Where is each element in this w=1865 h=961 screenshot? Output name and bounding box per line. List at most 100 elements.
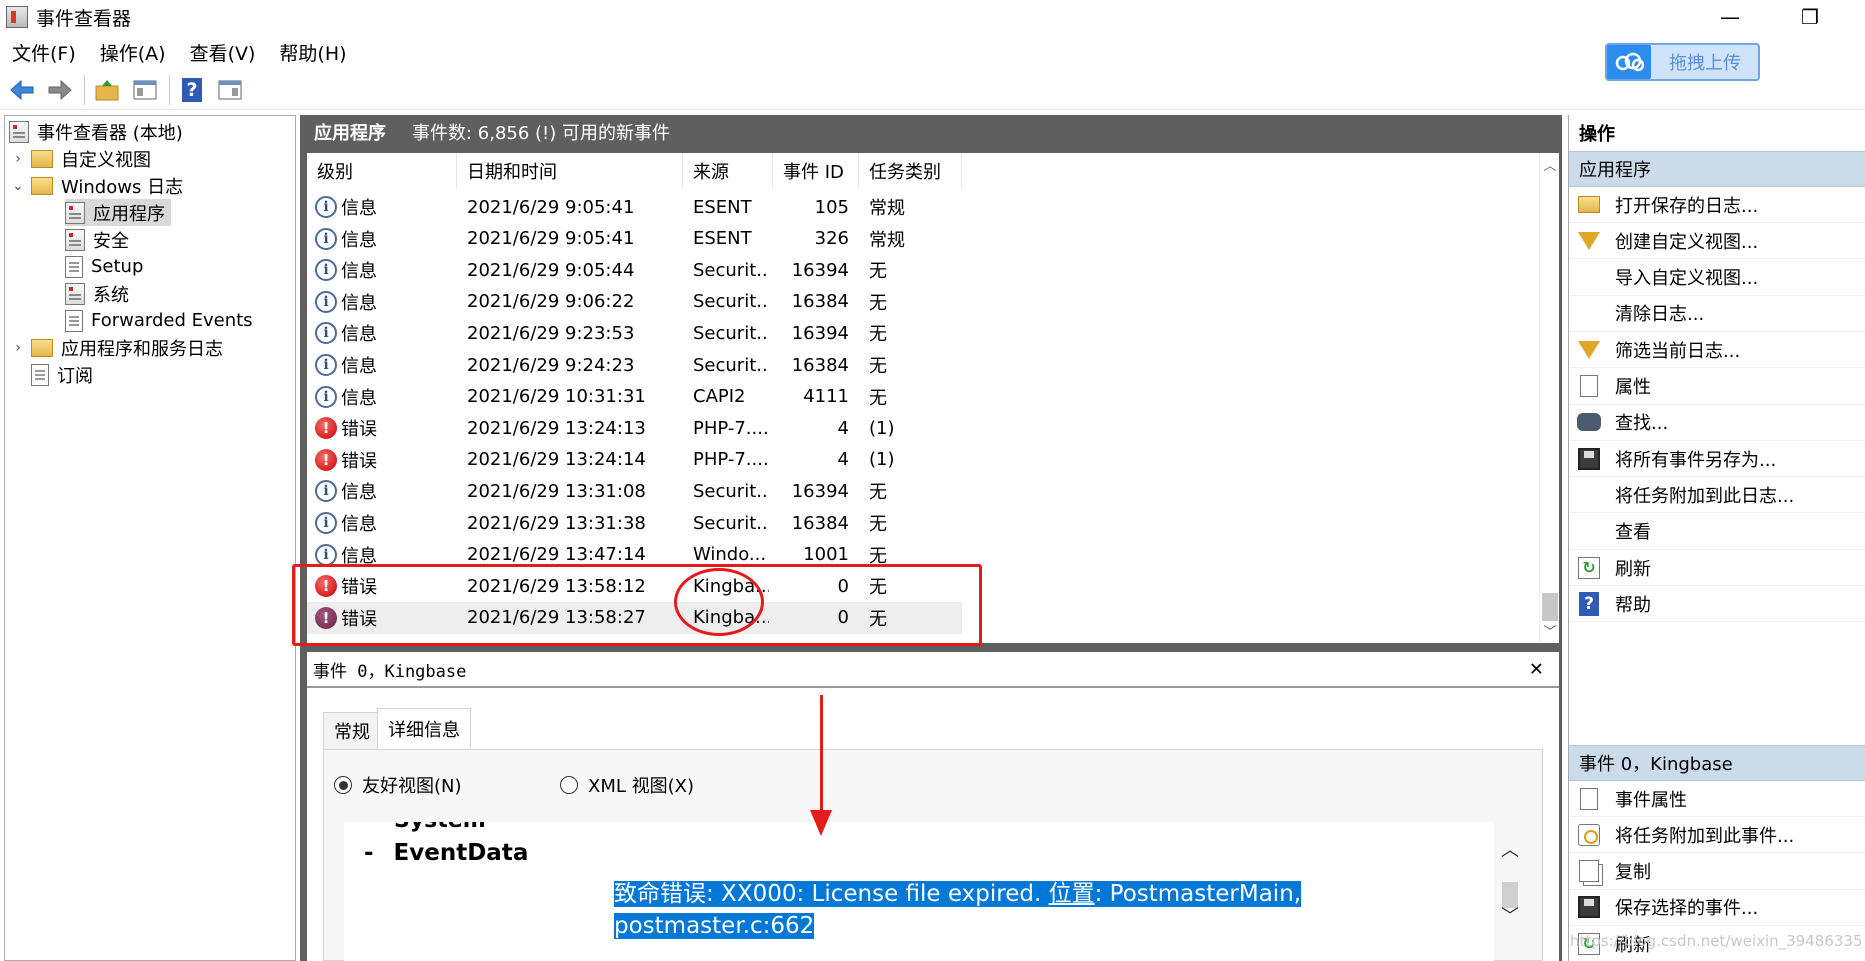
chevron-right-icon[interactable]: › bbox=[11, 151, 25, 167]
event-row[interactable]: i 信息 2021/6/29 10:31:31 CAPI2 4111 无 bbox=[307, 381, 962, 413]
radio-unselected-icon bbox=[560, 776, 578, 794]
action-item[interactable]: 导入自定义视图... bbox=[1569, 260, 1865, 296]
tree-node-custom-views[interactable]: › 自定义视图 bbox=[11, 145, 151, 172]
action-item[interactable]: 筛选当前日志... bbox=[1569, 332, 1865, 369]
help-toolbar-button[interactable]: ? bbox=[176, 74, 208, 106]
folder-icon bbox=[31, 149, 53, 168]
tree-node-app-service-logs[interactable]: › 应用程序和服务日志 bbox=[11, 334, 223, 361]
action-item[interactable]: 查找... bbox=[1569, 405, 1865, 441]
action-item[interactable]: 保存选择的事件... bbox=[1569, 890, 1865, 926]
tree-node-label: Windows 日志 bbox=[61, 176, 184, 198]
column-header-level[interactable]: 级别 bbox=[307, 153, 457, 189]
event-list-scrollbar[interactable]: ︿ ﹀ bbox=[1539, 153, 1559, 643]
column-header-task-category[interactable]: 任务类别 bbox=[859, 153, 962, 189]
column-header-datetime[interactable]: 日期和时间 bbox=[457, 153, 683, 189]
tree-node-root[interactable]: 事件查看器 (本地) bbox=[9, 118, 183, 145]
radio-friendly-view[interactable]: 友好视图(N) bbox=[334, 772, 462, 798]
event-row[interactable]: ! 错误 2021/6/29 13:24:14 PHP-7.... 4 (1) bbox=[307, 444, 962, 476]
tree-node-setup[interactable]: Setup bbox=[65, 253, 143, 280]
back-button[interactable] bbox=[6, 74, 38, 106]
radio-xml-view[interactable]: XML 视图(X) bbox=[560, 772, 694, 798]
source-cell: Securit... bbox=[693, 322, 769, 344]
tree-node-forwarded-events[interactable]: Forwarded Events bbox=[65, 307, 253, 334]
chevron-right-icon[interactable]: › bbox=[11, 340, 25, 356]
action-item[interactable]: 属性 bbox=[1569, 369, 1865, 405]
action-label: 复制 bbox=[1615, 862, 1651, 884]
action-item[interactable]: 将所有事件另存为... bbox=[1569, 441, 1865, 478]
event-row[interactable]: i 信息 2021/6/29 9:05:41 ESENT 105 常规 bbox=[307, 191, 962, 223]
forward-button[interactable] bbox=[44, 74, 76, 106]
event-row[interactable]: i 信息 2021/6/29 9:05:44 Securit... 16394 无 bbox=[307, 254, 962, 286]
action-item[interactable]: 创建自定义视图... bbox=[1569, 223, 1865, 260]
folder-icon bbox=[31, 176, 53, 195]
event-row[interactable]: i 信息 2021/6/29 9:05:41 ESENT 326 常规 bbox=[307, 223, 962, 255]
scrollbar-thumb[interactable] bbox=[1542, 593, 1558, 621]
scroll-up-icon[interactable]: ︿ bbox=[1540, 155, 1559, 174]
tree-node-subscriptions[interactable]: 订阅 bbox=[31, 361, 93, 388]
actions-section-event[interactable]: 事件 0，Kingbase bbox=[1569, 745, 1865, 781]
show-hide-tree-button[interactable] bbox=[129, 74, 161, 106]
scroll-down-icon[interactable]: ﹀ bbox=[1540, 621, 1559, 640]
tree-node-label: Setup bbox=[91, 256, 144, 277]
event-row[interactable]: i 信息 2021/6/29 9:06:22 Securit... 16384 无 bbox=[307, 286, 962, 318]
source-cell: ESENT bbox=[693, 228, 752, 250]
source-cell: Securit... bbox=[693, 512, 769, 534]
event-row[interactable]: i 信息 2021/6/29 13:31:08 Securit... 16394 无 bbox=[307, 475, 962, 507]
restore-button[interactable]: ❐ bbox=[1780, 0, 1840, 34]
column-header-event-id[interactable]: 事件 ID bbox=[773, 153, 859, 189]
event-message[interactable]: 致命错误: XX000: License file expired. 位置: P… bbox=[614, 878, 1302, 942]
action-item[interactable]: ? 帮助 bbox=[1569, 586, 1865, 623]
action-item[interactable]: 清除日志... bbox=[1569, 296, 1865, 332]
column-header-source[interactable]: 来源 bbox=[683, 153, 773, 189]
event-id-cell: 326 bbox=[814, 228, 849, 250]
menu-action[interactable]: 操作(A) bbox=[88, 39, 178, 66]
actions-section-application[interactable]: 应用程序 bbox=[1569, 151, 1865, 187]
log-name: 应用程序 bbox=[314, 123, 386, 144]
menu-view[interactable]: 查看(V) bbox=[178, 39, 268, 66]
minimize-button[interactable]: — bbox=[1700, 0, 1760, 34]
tree-node-application[interactable]: 应用程序 bbox=[65, 199, 171, 226]
event-id-cell: 16384 bbox=[791, 291, 849, 313]
event-row[interactable]: ! 错误 2021/6/29 13:24:13 PHP-7.... 4 (1) bbox=[307, 412, 962, 444]
action-item[interactable]: 事件属性 bbox=[1569, 781, 1865, 817]
event-id-cell: 16394 bbox=[791, 322, 849, 344]
show-hide-action-pane-button[interactable] bbox=[214, 74, 246, 106]
action-item[interactable]: 查看 bbox=[1569, 514, 1865, 550]
chevron-down-icon[interactable]: ⌄ bbox=[11, 178, 25, 194]
folder-open-icon bbox=[1577, 193, 1601, 217]
event-row[interactable]: i 信息 2021/6/29 9:24:23 Securit... 16384 无 bbox=[307, 349, 962, 381]
tree-node-security[interactable]: 安全 bbox=[65, 226, 129, 253]
task-clock-icon bbox=[1577, 823, 1601, 847]
scroll-down-icon[interactable]: ﹀ bbox=[1498, 902, 1522, 928]
tab-general[interactable]: 常规 bbox=[323, 712, 381, 750]
tree-node-windows-logs[interactable]: ⌄ Windows 日志 bbox=[11, 172, 183, 199]
menu-file[interactable]: 文件(F) bbox=[0, 39, 88, 66]
action-item[interactable]: ↻ 刷新 bbox=[1569, 550, 1865, 586]
tree-node-label: 系统 bbox=[93, 284, 129, 306]
action-item[interactable]: 打开保存的日志... bbox=[1569, 187, 1865, 223]
event-row[interactable]: i 信息 2021/6/29 9:23:53 Securit... 16394 无 bbox=[307, 317, 962, 349]
collapse-toggle[interactable]: - bbox=[364, 840, 374, 866]
scroll-up-icon[interactable]: ︿ bbox=[1498, 836, 1522, 862]
details-content: 友好视图(N) XML 视图(X) System - EventData 致命错… bbox=[323, 749, 1543, 961]
info-icon: i bbox=[315, 385, 337, 408]
task-category-cell: 无 bbox=[869, 324, 887, 346]
task-category-cell: 无 bbox=[869, 261, 887, 283]
close-icon[interactable]: ✕ bbox=[1530, 656, 1543, 681]
action-label: 筛选当前日志... bbox=[1615, 340, 1741, 362]
details-scrollbar[interactable]: ︿ ﹀ bbox=[1498, 822, 1522, 961]
forward-arrow-icon bbox=[48, 79, 72, 100]
annotation-highlight-box bbox=[292, 564, 982, 646]
action-item[interactable]: 将任务附加到此事件... bbox=[1569, 817, 1865, 854]
event-row[interactable]: i 信息 2021/6/29 13:31:38 Securit... 16384 无 bbox=[307, 507, 962, 539]
action-item[interactable]: 将任务附加到此日志... bbox=[1569, 477, 1865, 514]
level-cell: 信息 bbox=[341, 324, 377, 346]
up-folder-button[interactable] bbox=[91, 74, 123, 106]
task-category-cell: 无 bbox=[869, 514, 887, 535]
action-item[interactable]: 复制 bbox=[1569, 854, 1865, 890]
tree-node-system[interactable]: 系统 bbox=[65, 280, 129, 307]
menu-help[interactable]: 帮助(H) bbox=[267, 39, 358, 66]
action-label: 创建自定义视图... bbox=[1615, 231, 1759, 253]
log-icon bbox=[65, 228, 85, 251]
tab-details[interactable]: 详细信息 bbox=[377, 708, 471, 750]
